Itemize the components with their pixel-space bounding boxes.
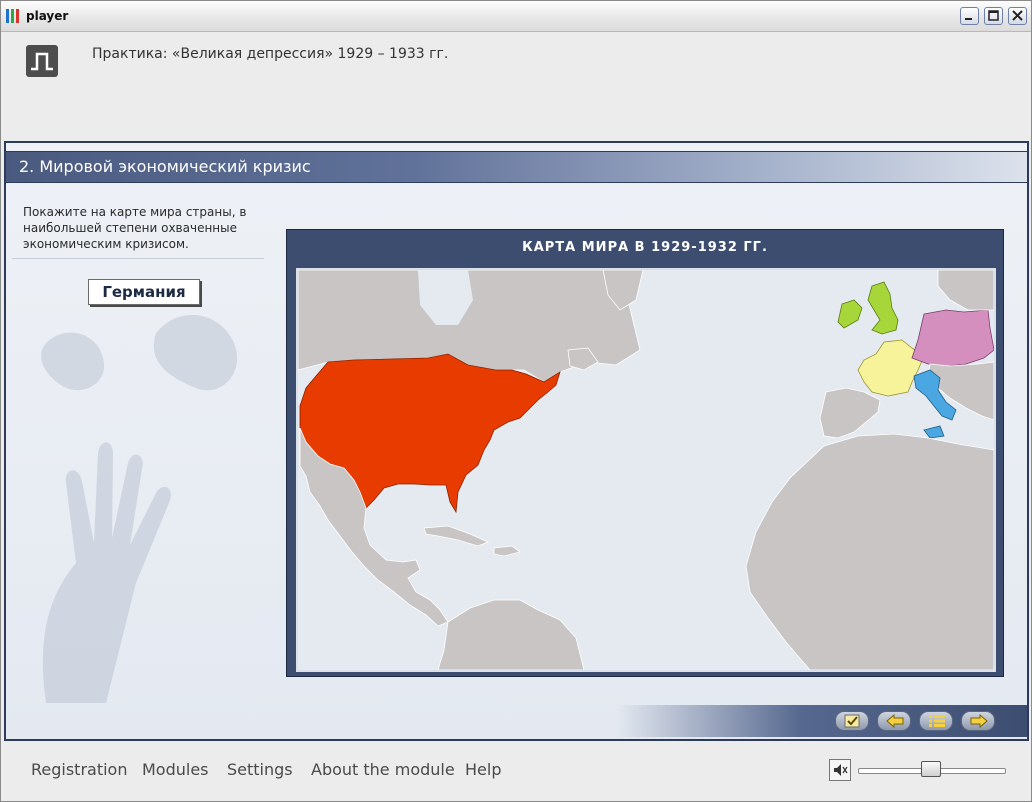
check-button[interactable]: [835, 711, 869, 731]
speaker-button[interactable]: [829, 759, 851, 781]
maximize-button[interactable]: [984, 7, 1003, 25]
background-handprint-decoration: [41, 314, 238, 703]
menu-help[interactable]: Help: [465, 760, 501, 779]
menu-about-module[interactable]: About the module: [311, 760, 455, 779]
back-arrow-icon: [886, 714, 904, 728]
footer-menu-bar: Registration Modules Settings About the …: [1, 743, 1031, 801]
map-panel: КАРТА МИРА В 1929-1932 ГГ.: [286, 229, 1004, 677]
next-button[interactable]: [961, 711, 995, 731]
slide-area: 2. Мировой экономический кризис Покажите…: [4, 141, 1029, 741]
menu-settings[interactable]: Settings: [227, 760, 293, 779]
slide-title: 2. Мировой экономический кризис: [19, 157, 311, 176]
next-arrow-icon: [970, 714, 988, 728]
maximize-icon: [988, 10, 999, 21]
minimize-icon: [965, 18, 972, 20]
slide-header: 2. Мировой экономический кризис: [6, 151, 1027, 183]
window-title: player: [26, 9, 69, 23]
minimize-button[interactable]: [960, 7, 979, 25]
course-title: Практика: «Великая депрессия» 1929 – 193…: [92, 46, 449, 62]
menu-registration[interactable]: Registration: [31, 760, 127, 779]
instruction-divider: [12, 258, 264, 259]
pi-logo-icon: [26, 45, 58, 77]
country-answer-button[interactable]: Германия: [88, 279, 200, 305]
world-map-svg: [298, 270, 994, 670]
app-icon: [6, 9, 22, 23]
map-region-germany[interactable]: [911, 309, 994, 367]
close-button[interactable]: [1008, 7, 1027, 25]
contents-list-icon: [929, 715, 945, 727]
title-bar: player: [1, 1, 1031, 32]
contents-button[interactable]: [919, 711, 953, 731]
course-header: Практика: «Великая депрессия» 1929 – 193…: [6, 32, 1026, 140]
player-window: player Практика: «Великая депрессия» 192…: [0, 0, 1032, 802]
close-icon: [1012, 10, 1023, 21]
check-icon: [844, 714, 860, 728]
volume-slider-thumb[interactable]: [921, 761, 941, 777]
task-instruction: Покажите на карте мира страны, в наиболь…: [23, 205, 247, 251]
world-map: [296, 268, 996, 672]
speaker-icon: [834, 764, 848, 776]
menu-modules[interactable]: Modules: [142, 760, 209, 779]
map-heading: КАРТА МИРА В 1929-1932 ГГ.: [522, 240, 768, 255]
back-button[interactable]: [877, 711, 911, 731]
